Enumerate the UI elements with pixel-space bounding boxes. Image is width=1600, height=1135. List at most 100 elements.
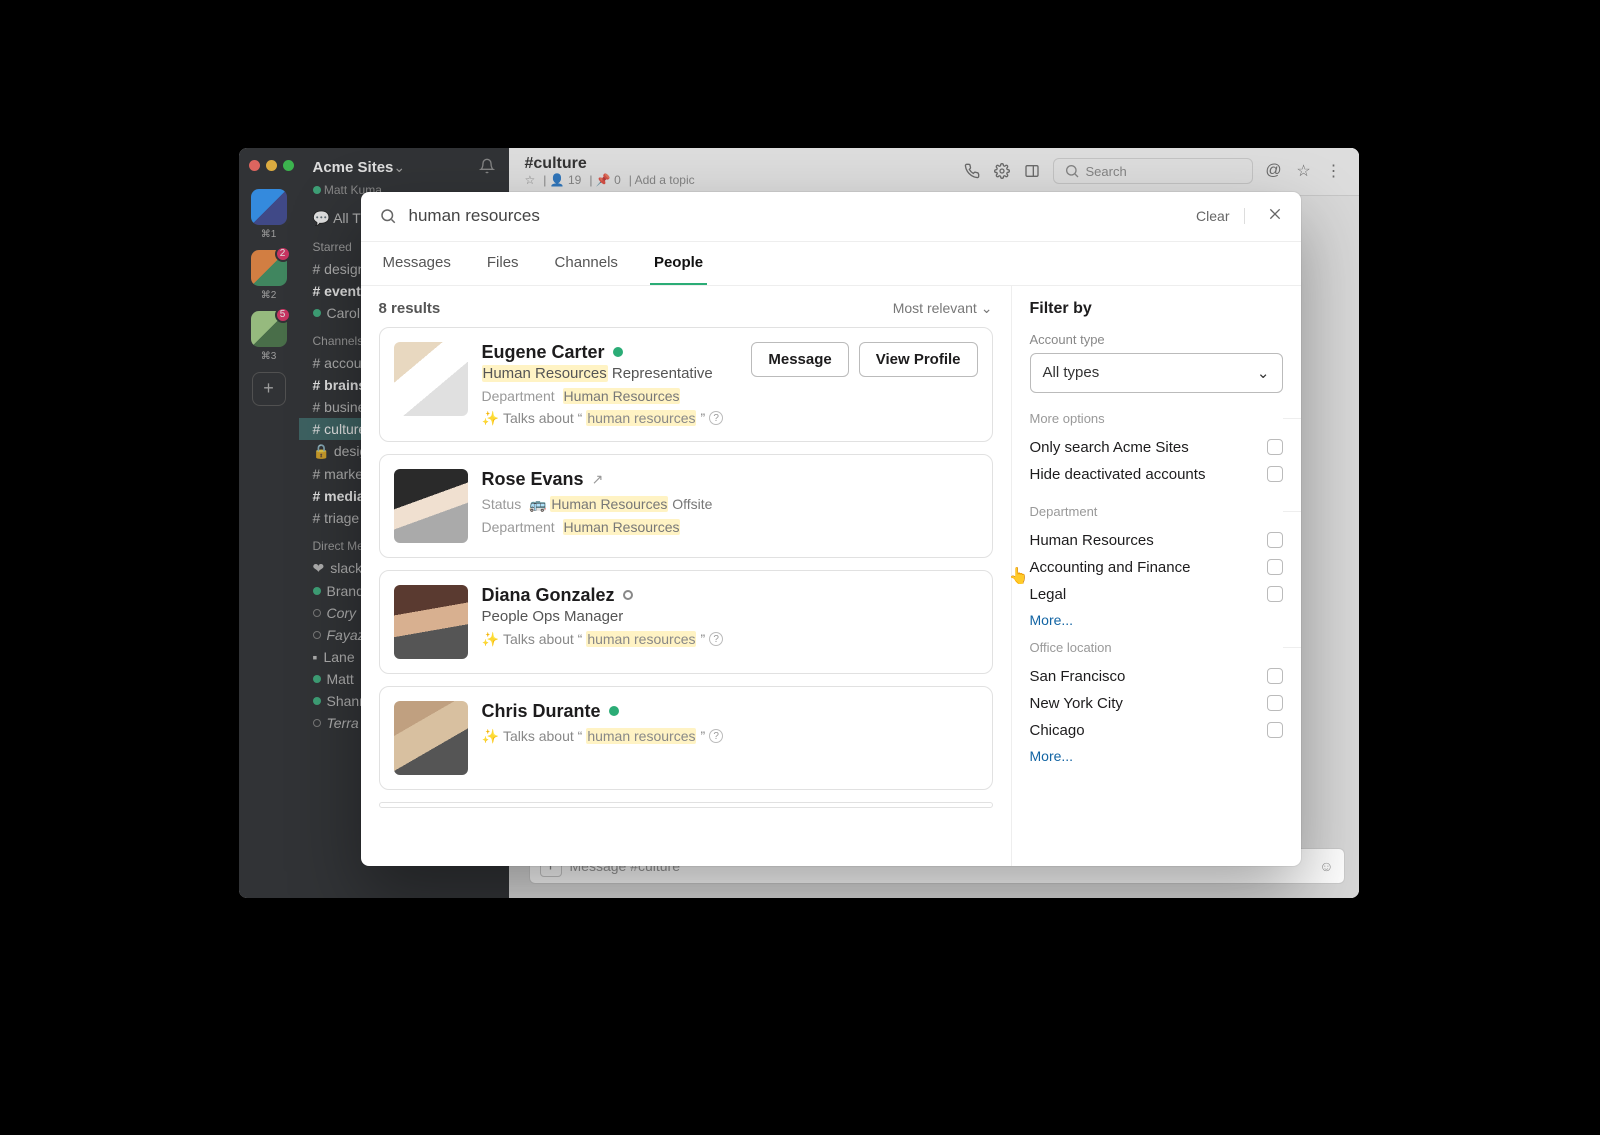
person-result-card[interactable]: Rose Evans ↗ Status 🚌 Human Resources Of…	[379, 454, 993, 558]
chevron-down-icon[interactable]: ⌄	[393, 159, 405, 176]
tab-messages[interactable]: Messages	[379, 242, 455, 285]
filter-section-label: Department	[1030, 504, 1283, 519]
filter-section-label: More options	[1030, 411, 1283, 426]
person-title: People Ops Manager	[482, 608, 978, 625]
workspace-rail: ⌘1 2 ⌘2 5 ⌘3 +	[239, 148, 299, 898]
details-icon[interactable]	[1023, 162, 1041, 180]
search-tabs: Messages Files Channels People	[361, 242, 1301, 286]
filter-checkbox-row[interactable]: Human Resources	[1030, 527, 1283, 554]
workspace-switcher-2[interactable]: 2	[251, 250, 287, 286]
tab-people[interactable]: People	[650, 242, 707, 285]
person-name: Diana Gonzalez	[482, 585, 615, 606]
talks-about: ✨ Talks about “human resources” ?	[482, 631, 978, 648]
star-icon[interactable]: ☆	[1295, 162, 1313, 180]
checkbox-icon[interactable]	[1267, 668, 1283, 684]
channel-name[interactable]: #culture	[525, 155, 695, 173]
close-window-icon[interactable]	[249, 160, 260, 171]
window-controls[interactable]	[249, 156, 294, 179]
clear-search-button[interactable]: Clear	[1182, 208, 1244, 224]
account-type-select[interactable]: All types ⌄	[1030, 353, 1283, 393]
filters-title: Filter by	[1030, 300, 1283, 318]
person-result-card[interactable]: Diana Gonzalez People Ops Manager ✨ Talk…	[379, 570, 993, 674]
message-button[interactable]: Message	[751, 342, 848, 377]
notification-badge: 5	[275, 307, 291, 323]
person-name: Chris Durante	[482, 701, 601, 722]
channel-header: #culture ☆ | 👤 19 | 📌 0 | Add a topic Se…	[509, 148, 1359, 196]
search-input[interactable]	[409, 206, 1171, 226]
person-result-card[interactable]: Eugene Carter Human Resources Representa…	[379, 327, 993, 442]
person-result-card-partial	[379, 802, 993, 808]
checkbox-icon[interactable]	[1267, 439, 1283, 455]
avatar	[394, 342, 468, 416]
search-modal: Clear Messages Files Channels People 8 r…	[361, 192, 1301, 866]
sort-dropdown[interactable]: Most relevant ⌄	[893, 300, 993, 317]
chevron-down-icon: ⌄	[981, 300, 993, 317]
filter-checkbox-row[interactable]: Only search Acme Sites	[1030, 434, 1283, 461]
filter-checkbox-row[interactable]: Hide deactivated accounts	[1030, 461, 1283, 488]
add-topic-link[interactable]: Add a topic	[635, 173, 695, 187]
search-results: 8 results Most relevant ⌄ Eugene Carter …	[361, 286, 1011, 866]
avatar	[394, 469, 468, 543]
tab-channels[interactable]: Channels	[551, 242, 622, 285]
workspace-switcher-3[interactable]: 5	[251, 311, 287, 347]
close-modal-button[interactable]	[1257, 206, 1283, 227]
close-icon	[1267, 206, 1283, 222]
presence-online-icon	[609, 706, 619, 716]
checkbox-icon[interactable]	[1267, 695, 1283, 711]
add-workspace-button[interactable]: +	[252, 372, 286, 406]
person-name: Eugene Carter	[482, 342, 605, 363]
view-profile-button[interactable]: View Profile	[859, 342, 978, 377]
workspace-switcher-1[interactable]	[251, 189, 287, 225]
filter-section-label: Office location	[1030, 640, 1283, 655]
filter-checkbox-row[interactable]: Legal	[1030, 581, 1283, 608]
notifications-icon[interactable]	[479, 158, 495, 177]
search-icon	[1064, 163, 1080, 179]
gear-icon[interactable]	[993, 162, 1011, 180]
more-departments-link[interactable]: More...	[1030, 612, 1283, 628]
person-result-card[interactable]: Chris Durante ✨ Talks about “human resou…	[379, 686, 993, 790]
notification-badge: 2	[275, 246, 291, 262]
star-icon[interactable]: ☆	[525, 173, 536, 187]
person-department: Department Human Resources	[482, 519, 978, 535]
workspace-shortcut: ⌘1	[261, 229, 277, 240]
workspace-shortcut: ⌘2	[261, 290, 277, 301]
person-department: Department Human Resources	[482, 388, 978, 404]
avatar	[394, 585, 468, 659]
results-count: 8 results	[379, 300, 441, 317]
help-icon[interactable]: ?	[709, 632, 723, 646]
tab-files[interactable]: Files	[483, 242, 523, 285]
search-icon	[379, 207, 397, 225]
help-icon[interactable]: ?	[709, 411, 723, 425]
person-status: Status 🚌 Human Resources Offsite	[482, 496, 978, 513]
filter-checkbox-row[interactable]: New York City	[1030, 690, 1283, 717]
external-link-icon: ↗	[592, 471, 604, 488]
emoji-icon[interactable]: ☺	[1319, 858, 1333, 874]
checkbox-icon[interactable]	[1267, 586, 1283, 602]
filter-checkbox-row[interactable]: Accounting and Finance	[1030, 554, 1283, 581]
call-icon[interactable]	[963, 162, 981, 180]
workspace-name[interactable]: Acme Sites	[313, 159, 394, 176]
more-icon[interactable]: ⋮	[1325, 162, 1343, 180]
mentions-icon[interactable]: @	[1265, 162, 1283, 180]
filter-checkbox-row[interactable]: San Francisco	[1030, 663, 1283, 690]
checkbox-icon[interactable]	[1267, 466, 1283, 482]
workspace-shortcut: ⌘3	[261, 351, 277, 362]
header-search[interactable]: Search	[1053, 158, 1253, 184]
filter-checkbox-row[interactable]: Chicago	[1030, 717, 1283, 744]
presence-online-icon	[613, 347, 623, 357]
minimize-window-icon[interactable]	[266, 160, 277, 171]
search-filters: Filter by Account type All types ⌄ More …	[1011, 286, 1301, 866]
checkbox-icon[interactable]	[1267, 532, 1283, 548]
channel-meta: ☆ | 👤 19 | 📌 0 | Add a topic	[525, 173, 695, 187]
chevron-down-icon: ⌄	[1257, 364, 1270, 382]
avatar	[394, 701, 468, 775]
checkbox-icon[interactable]	[1267, 559, 1283, 575]
talks-about: ✨ Talks about “human resources” ?	[482, 728, 978, 745]
more-offices-link[interactable]: More...	[1030, 748, 1283, 764]
filter-label: Account type	[1030, 332, 1283, 347]
maximize-window-icon[interactable]	[283, 160, 294, 171]
help-icon[interactable]: ?	[709, 729, 723, 743]
talks-about: ✨ Talks about “human resources” ?	[482, 410, 978, 427]
presence-away-icon	[623, 590, 633, 600]
checkbox-icon[interactable]	[1267, 722, 1283, 738]
